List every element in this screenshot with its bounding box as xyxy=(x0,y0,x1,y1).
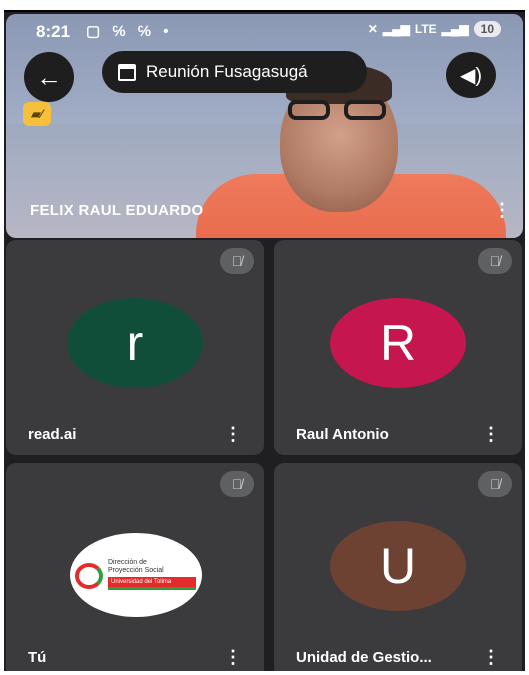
speaker-icon: ◀) xyxy=(459,64,483,87)
mic-off-icon: 🎙̸ xyxy=(478,471,512,497)
more-options-icon[interactable]: ⋮ xyxy=(493,200,511,221)
main-video-tile[interactable]: ← Reunión Fusagasugá ◀) ▰⁄ FELIX RAUL ED… xyxy=(6,14,523,238)
video-person-glasses xyxy=(288,100,394,122)
logo-line-2: Proyección Social xyxy=(108,567,164,574)
back-button[interactable]: ← xyxy=(24,52,74,102)
more-options-icon[interactable]: ⋮ xyxy=(482,647,500,668)
more-options-icon[interactable]: ⋮ xyxy=(482,424,500,445)
system-icons: ✕ ▂▄▆ LTE ▂▄▆ 10 xyxy=(368,21,501,37)
meeting-title-button[interactable]: Reunión Fusagasugá xyxy=(102,51,367,93)
meeting-title: Reunión Fusagasugá xyxy=(146,62,308,81)
logo-line-3: Universidad del Tolima xyxy=(108,577,196,587)
proyeccion-social-logo: Dirección de Proyección Social Universid… xyxy=(70,533,202,617)
signal-icon: ▂▄▆ xyxy=(382,22,410,36)
participant-tile[interactable]: 🎙̸ U Unidad de Gestio... ⋮ xyxy=(274,463,522,671)
participant-name: Tú xyxy=(28,649,47,666)
more-options-icon[interactable]: ⋮ xyxy=(224,647,242,668)
mic-off-icon: 🎙̸ xyxy=(220,471,254,497)
participant-name: read.ai xyxy=(28,426,77,443)
mic-off-icon: 🎙̸ xyxy=(478,248,512,274)
camera-off-icon: ▰⁄ xyxy=(23,102,51,126)
more-options-icon[interactable]: ⋮ xyxy=(224,424,242,445)
main-participant-name: FELIX RAUL EDUARDO xyxy=(30,202,204,219)
calendar-icon xyxy=(118,63,136,81)
logo-stripe xyxy=(108,587,196,590)
avatar: R xyxy=(330,298,466,388)
participant-name: Unidad de Gestio... xyxy=(296,649,432,666)
avatar: r xyxy=(67,298,203,388)
logo-line-1: Dirección de xyxy=(108,559,147,566)
mute-status-icon: ✕ xyxy=(367,22,378,36)
participant-tile[interactable]: 🎙̸ r read.ai ⋮ xyxy=(6,240,264,455)
avatar: U xyxy=(330,521,466,611)
status-time: 8:21 xyxy=(36,22,71,41)
speaker-button[interactable]: ◀) xyxy=(446,52,496,98)
participant-tile[interactable]: 🎙̸ R Raul Antonio ⋮ xyxy=(274,240,522,455)
logo-mark-icon xyxy=(75,563,103,589)
participant-name: Raul Antonio xyxy=(296,426,389,443)
lte-label: LTE xyxy=(414,22,437,36)
arrow-left-icon: ← xyxy=(36,61,62,92)
battery-icon: 10 xyxy=(473,21,501,37)
signal-icon-2: ▂▄▆ xyxy=(441,22,469,36)
mic-off-icon: 🎙̸ xyxy=(220,248,254,274)
status-bar: 8:21 ▢ ℅ ℅ • ✕ ▂▄▆ LTE ▂▄▆ 10 xyxy=(4,12,525,46)
meet-screen: 8:21 ▢ ℅ ℅ • ✕ ▂▄▆ LTE ▂▄▆ 10 ← Reunión … xyxy=(4,10,525,671)
participant-tile[interactable]: 🎙̸ Dirección de Proyección Social Univer… xyxy=(6,463,264,671)
notification-icons: ▢ ℅ ℅ • xyxy=(86,23,173,40)
